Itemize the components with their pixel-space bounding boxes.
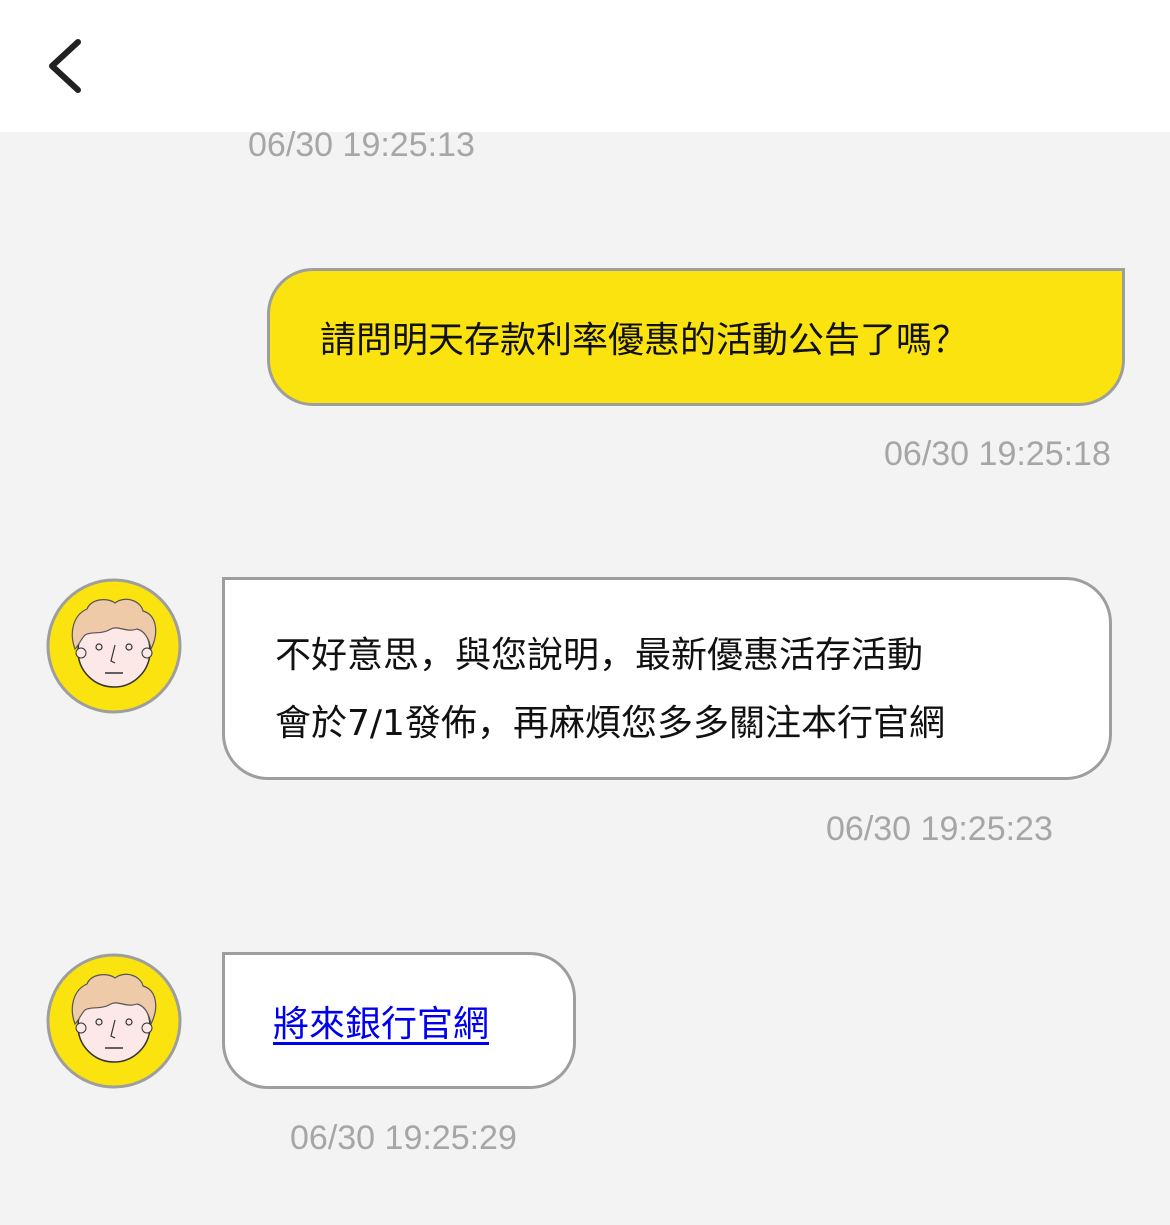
top-bar [0, 0, 1170, 132]
back-button[interactable] [40, 30, 100, 102]
official-website-link[interactable]: 將來銀行官網 [273, 995, 489, 1047]
bot-message-line: 不好意思，與您說明，最新優惠活存活動 [275, 635, 924, 676]
bot-message-line: 會於7/1發佈，再麻煩您多多關注本行官網 [275, 703, 945, 744]
user-message-bubble: 請問明天存款利率優惠的活動公告了嗎？ [267, 268, 1125, 406]
message-timestamp: 06/30 19:25:29 [290, 1119, 517, 1157]
user-message-text: 請問明天存款利率優惠的活動公告了嗎？ [320, 320, 969, 361]
chevron-left-icon [49, 39, 81, 93]
bot-avatar [45, 952, 183, 1090]
bot-link-bubble: 將來銀行官網 [222, 952, 576, 1089]
message-timestamp: 06/30 19:25:13 [248, 126, 475, 164]
bot-message-bubble: 不好意思，與您說明，最新優惠活存活動 會於7/1發佈，再麻煩您多多關注本行官網 [222, 577, 1112, 780]
bot-avatar [45, 577, 183, 715]
message-timestamp: 06/30 19:25:18 [884, 435, 1111, 473]
message-timestamp: 06/30 19:25:23 [826, 810, 1053, 848]
